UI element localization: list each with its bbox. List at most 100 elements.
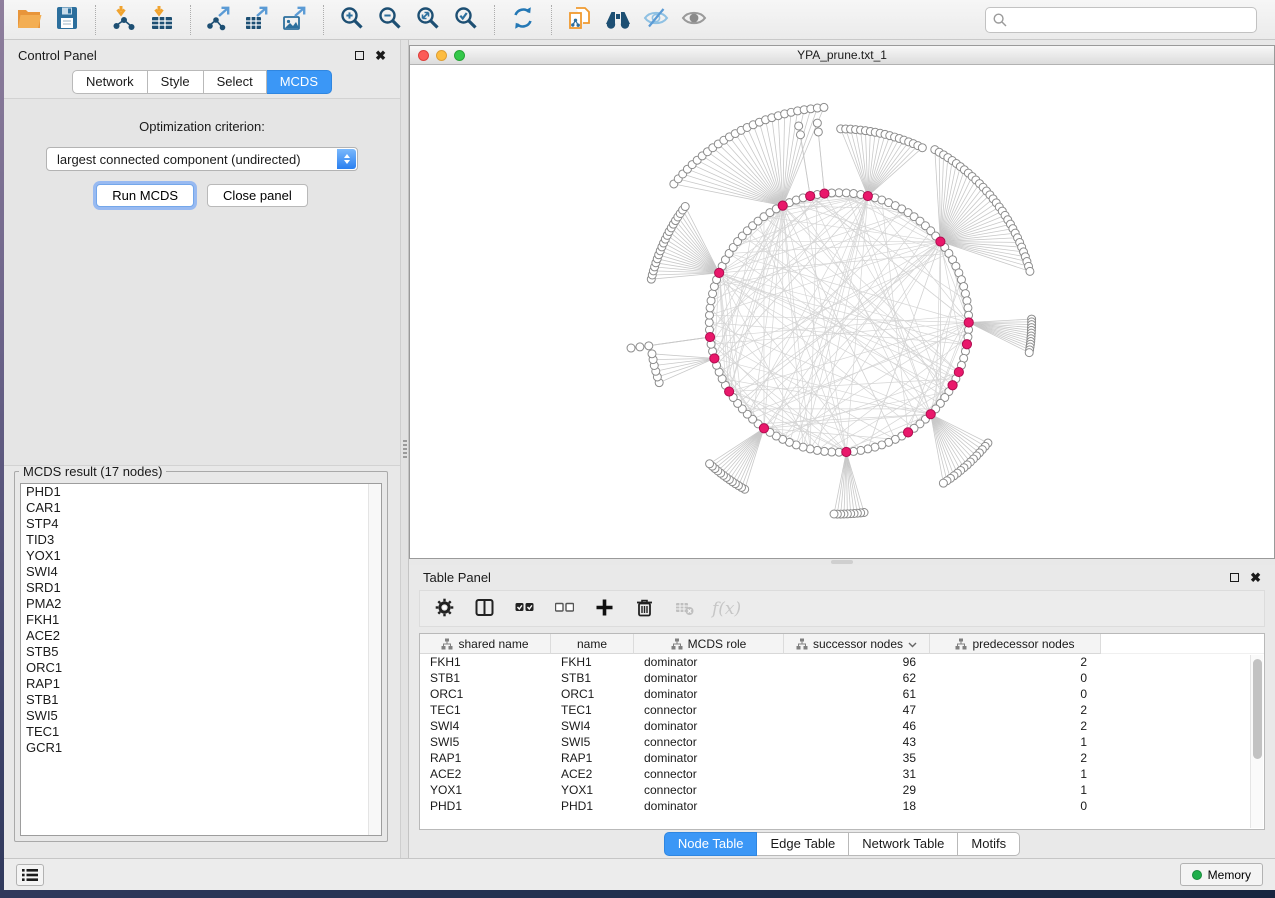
mcds-result-item[interactable]: STB5 — [21, 644, 381, 660]
table-row[interactable]: PHD1PHD1dominator180 — [420, 798, 1264, 814]
vertical-splitter[interactable] — [400, 40, 409, 858]
export-image-button[interactable] — [276, 4, 314, 36]
graph-leaf-node[interactable] — [939, 479, 947, 487]
tab-select[interactable]: Select — [204, 70, 267, 94]
graph-node[interactable] — [963, 297, 971, 305]
graph-hub-node[interactable] — [715, 268, 724, 277]
network-canvas[interactable] — [410, 65, 1274, 558]
graph-node[interactable] — [705, 318, 713, 326]
graph-leaf-node[interactable] — [1026, 267, 1034, 275]
zoom-out-button[interactable] — [371, 4, 409, 36]
graph-hub-node[interactable] — [926, 410, 935, 419]
mcds-result-item[interactable]: ORC1 — [21, 660, 381, 676]
graph-node[interactable] — [964, 304, 972, 312]
binoculars-button[interactable] — [599, 4, 637, 36]
graph-node[interactable] — [842, 189, 850, 197]
graph-hub-node[interactable] — [820, 189, 829, 198]
mcds-result-item[interactable]: SWI4 — [21, 564, 381, 580]
column-header-MCDS-role[interactable]: MCDS role — [634, 634, 784, 654]
graph-hub-node[interactable] — [964, 318, 973, 327]
graph-hub-node[interactable] — [725, 387, 734, 396]
graph-hub-node[interactable] — [936, 237, 945, 246]
mcds-result-item[interactable]: PHD1 — [21, 484, 381, 500]
scrollbar-thumb[interactable] — [1253, 659, 1262, 759]
export-network-button[interactable] — [200, 4, 238, 36]
deselect-all-button[interactable] — [552, 597, 576, 621]
columns-button[interactable] — [472, 597, 496, 621]
save-session-button[interactable] — [48, 4, 86, 36]
graph-leaf-node[interactable] — [645, 342, 653, 350]
run-mcds-button[interactable]: Run MCDS — [96, 184, 194, 207]
graph-leaf-node[interactable] — [795, 122, 803, 130]
graph-leaf-node[interactable] — [796, 131, 804, 139]
list-scrollbar[interactable] — [368, 484, 381, 835]
zoom-in-button[interactable] — [333, 4, 371, 36]
graph-hub-node[interactable] — [705, 332, 714, 341]
mcds-result-item[interactable]: GCR1 — [21, 740, 381, 756]
close-panel-icon[interactable]: ✖ — [1250, 573, 1261, 582]
close-panel-button[interactable]: Close panel — [207, 184, 308, 207]
tab-node-table[interactable]: Node Table — [664, 832, 758, 856]
graph-leaf-node[interactable] — [636, 343, 644, 351]
graph-hub-node[interactable] — [842, 447, 851, 456]
table-row[interactable]: STB1STB1dominator620 — [420, 670, 1264, 686]
add-button[interactable] — [592, 597, 616, 621]
graph-hub-node[interactable] — [948, 381, 957, 390]
network-window-titlebar[interactable]: YPA_prune.txt_1 — [410, 46, 1274, 65]
table-row[interactable]: FKH1FKH1dominator962 — [420, 654, 1264, 670]
column-header-name[interactable]: name — [551, 634, 634, 654]
graph-hub-node[interactable] — [710, 354, 719, 363]
mcds-result-item[interactable]: STP4 — [21, 516, 381, 532]
tab-style[interactable]: Style — [148, 70, 204, 94]
tab-motifs[interactable]: Motifs — [958, 832, 1020, 856]
export-table-button[interactable] — [238, 4, 276, 36]
open-file-button[interactable] — [10, 4, 48, 36]
splitter-handle[interactable] — [831, 560, 853, 564]
graph-hub-node[interactable] — [903, 428, 912, 437]
graph-node[interactable] — [857, 446, 865, 454]
splitter-handle[interactable] — [403, 440, 407, 460]
clone-network-button[interactable] — [561, 4, 599, 36]
table-row[interactable]: YOX1YOX1connector291 — [420, 782, 1264, 798]
graph-node[interactable] — [820, 447, 828, 455]
column-header-shared-name[interactable]: shared name — [420, 634, 551, 654]
graph-hub-node[interactable] — [806, 191, 815, 200]
horizontal-splitter[interactable] — [409, 559, 1275, 565]
mcds-result-item[interactable]: CAR1 — [21, 500, 381, 516]
import-network-button[interactable] — [105, 4, 143, 36]
criterion-select[interactable]: largest connected component (undirected) — [46, 147, 358, 171]
search-input[interactable] — [985, 7, 1257, 33]
graph-leaf-node[interactable] — [813, 119, 821, 127]
tab-network-table[interactable]: Network Table — [849, 832, 958, 856]
float-panel-icon[interactable] — [1230, 573, 1239, 582]
graph-hub-node[interactable] — [863, 191, 872, 200]
tab-network[interactable]: Network — [72, 70, 148, 94]
mcds-result-item[interactable]: TID3 — [21, 532, 381, 548]
graph-node[interactable] — [850, 190, 858, 198]
mcds-result-item[interactable]: STB1 — [21, 692, 381, 708]
mcds-result-item[interactable]: PMA2 — [21, 596, 381, 612]
column-header-successor-nodes[interactable]: successor nodes — [784, 634, 930, 654]
import-table-button[interactable] — [143, 4, 181, 36]
memory-button[interactable]: Memory — [1180, 863, 1263, 886]
refresh-button[interactable] — [504, 4, 542, 36]
graph-leaf-node[interactable] — [681, 203, 689, 211]
graph-leaf-node[interactable] — [814, 128, 822, 136]
table-row[interactable]: RAP1RAP1dominator352 — [420, 750, 1264, 766]
close-panel-icon[interactable]: ✖ — [375, 51, 386, 60]
graph-leaf-node[interactable] — [918, 144, 926, 152]
graph-hub-node[interactable] — [759, 424, 768, 433]
delete-button[interactable] — [632, 597, 656, 621]
mcds-result-item[interactable]: YOX1 — [21, 548, 381, 564]
mcds-result-item[interactable]: RAP1 — [21, 676, 381, 692]
hide-selected-button[interactable] — [637, 4, 675, 36]
graph-node[interactable] — [835, 189, 843, 197]
graph-leaf-node[interactable] — [830, 510, 838, 518]
zoom-fit-button[interactable] — [409, 4, 447, 36]
graph-hub-node[interactable] — [962, 340, 971, 349]
graph-hub-node[interactable] — [778, 201, 787, 210]
table-row[interactable]: SWI4SWI4dominator462 — [420, 718, 1264, 734]
settings-button[interactable] — [432, 597, 456, 621]
graph-leaf-node[interactable] — [648, 350, 656, 358]
network-list-button[interactable] — [16, 864, 44, 886]
